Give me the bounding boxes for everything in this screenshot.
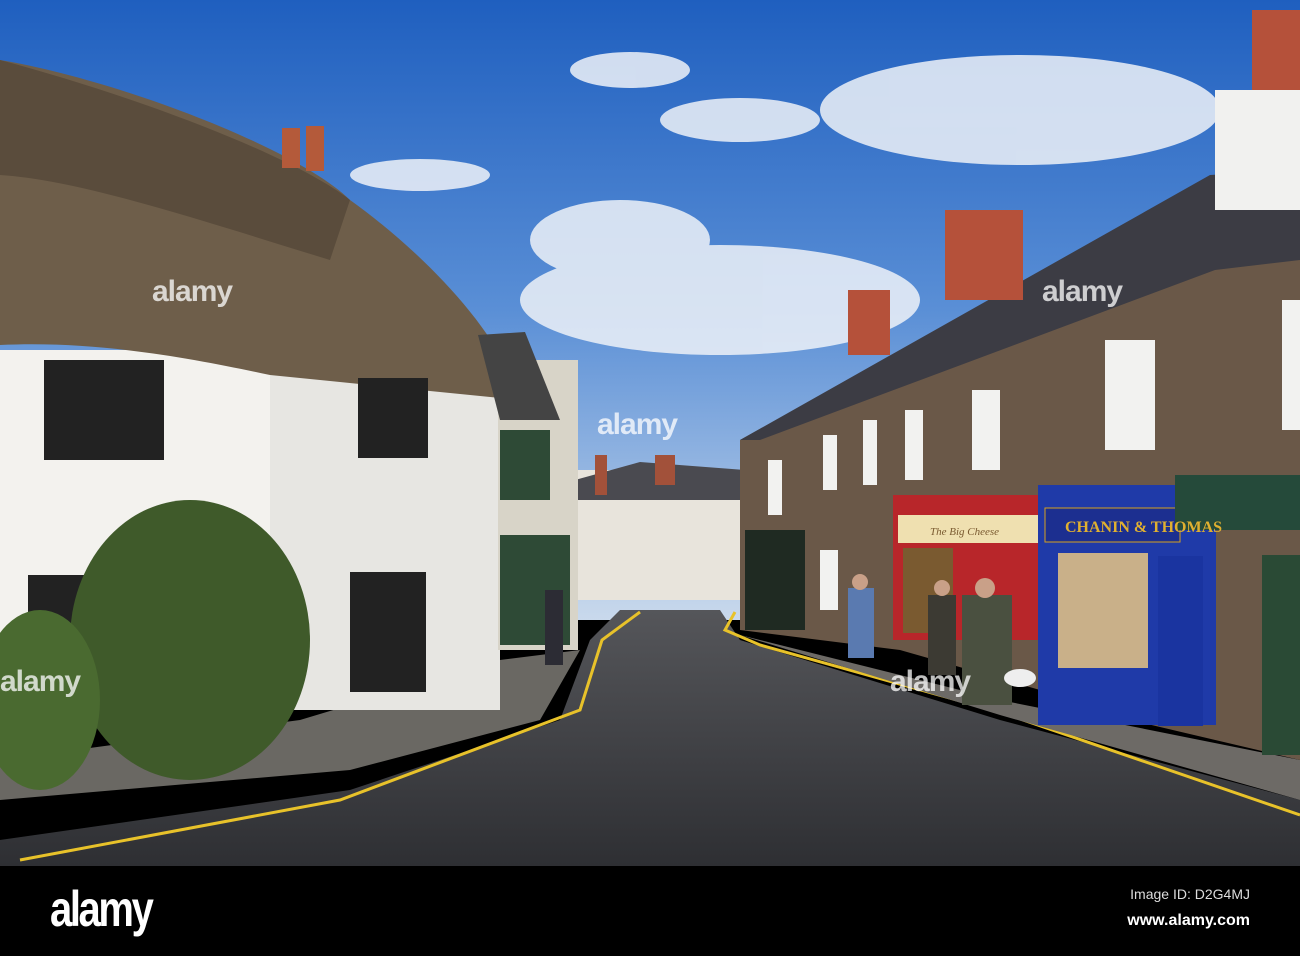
watermark: alamy [0, 665, 81, 698]
cheese-shop-sign: The Big Cheese [930, 526, 999, 538]
climbing-shrub [70, 500, 310, 780]
alamy-footer: alamy Image ID: D2G4MJ www.alamy.com [0, 866, 1300, 956]
watermark: alamy [152, 275, 233, 308]
chanin-thomas-sign: CHANIN & THOMAS [1065, 519, 1222, 536]
alamy-logo: alamy [50, 881, 154, 937]
photo-scene: CHANIN & THOMAS The Big Cheese alamy ala… [0, 0, 1300, 956]
watermark: alamy [597, 408, 678, 441]
image-id: Image ID: D2G4MJ [1130, 886, 1250, 902]
distant-houses [575, 455, 745, 600]
website-link[interactable]: www.alamy.com [1127, 912, 1250, 930]
watermark: alamy [890, 665, 971, 698]
watermark: alamy [1042, 275, 1123, 308]
